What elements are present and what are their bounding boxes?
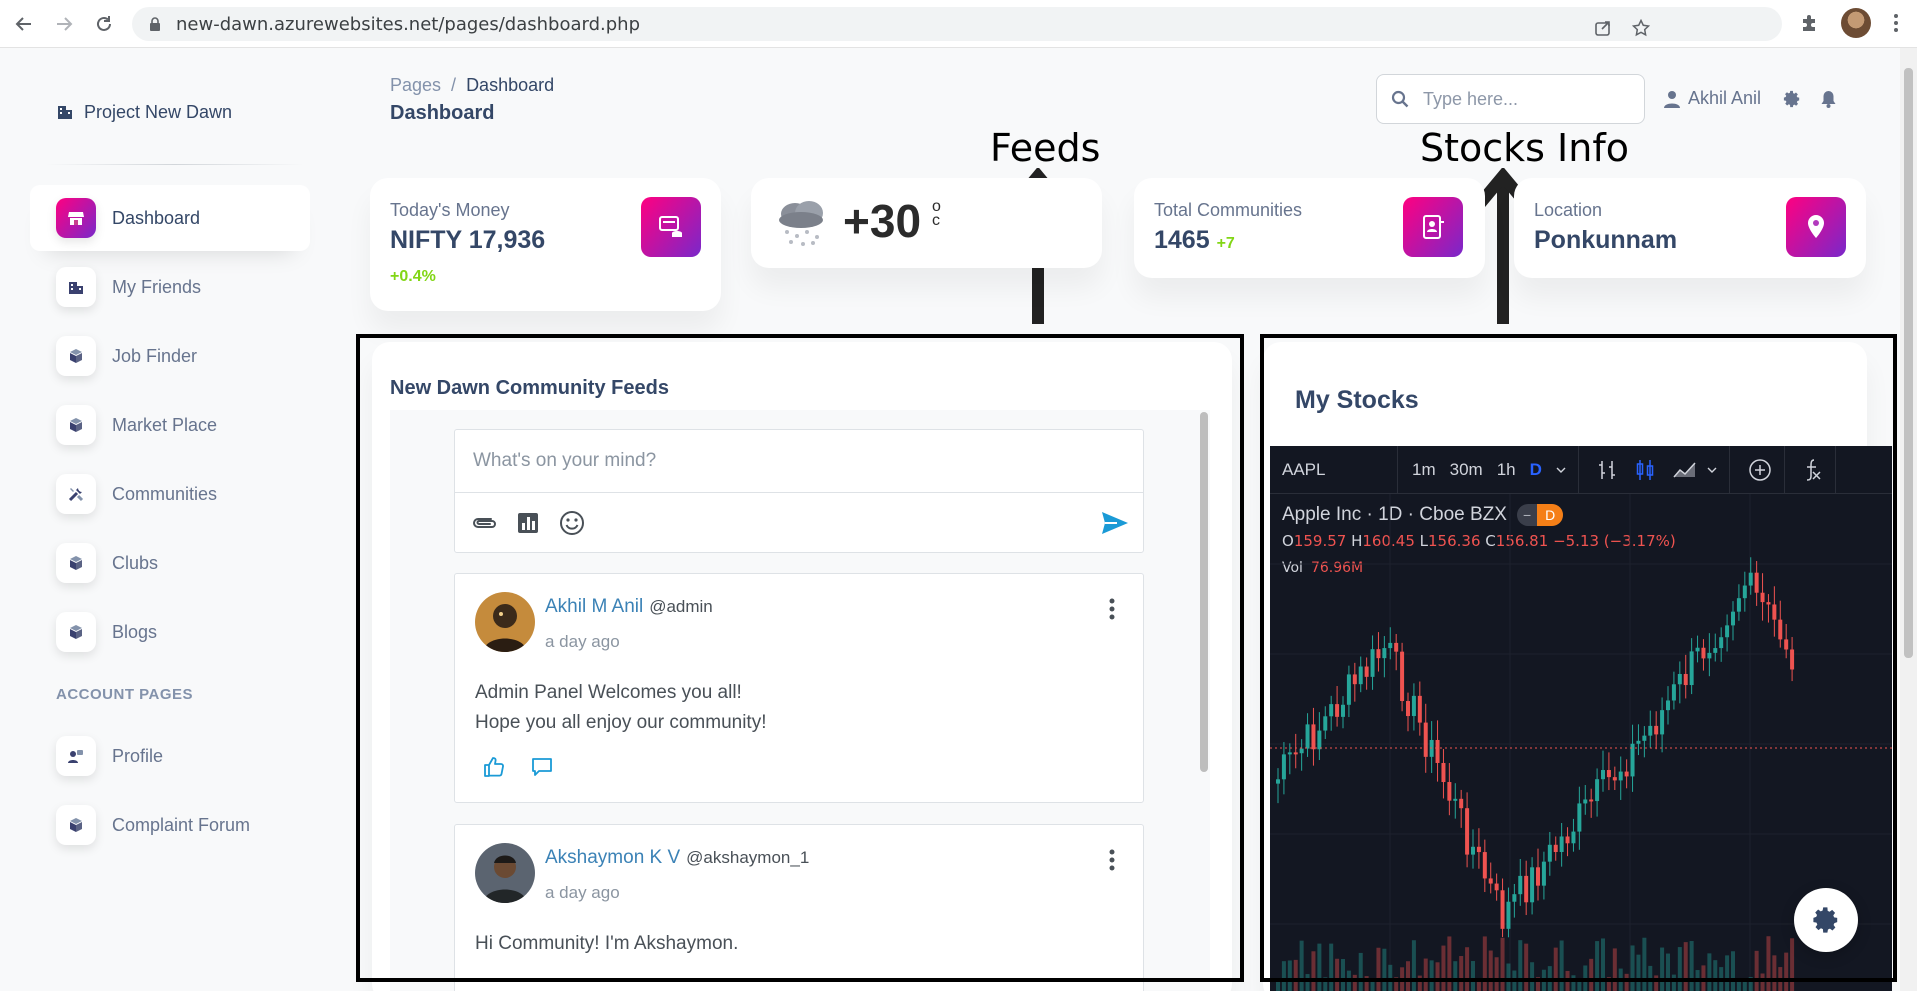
- sidebar: Project New Dawn Dashboard My Friends Jo…: [30, 60, 320, 861]
- shop-icon: [68, 212, 84, 225]
- volume-bar: [1276, 980, 1280, 991]
- extensions-icon[interactable]: [1799, 13, 1819, 33]
- brand-name: Project New Dawn: [84, 101, 233, 122]
- sidebar-item-market-place[interactable]: Market Place: [30, 392, 320, 458]
- stocks-annotation-box: [1260, 334, 1897, 982]
- sidebar-divider: [46, 164, 304, 165]
- sidebar-item-label: Blogs: [112, 621, 158, 642]
- brand[interactable]: Project New Dawn: [30, 60, 320, 164]
- stat-card-money: Today's Money NIFTY 17,936 +0.4%: [370, 178, 721, 311]
- volume-bar: [1370, 980, 1375, 991]
- stat-value-number: 1465: [1154, 226, 1210, 254]
- volume-bar: [1742, 980, 1747, 991]
- stat-value: 1465 +7: [1154, 226, 1235, 255]
- search-input[interactable]: [1423, 88, 1623, 110]
- address-bar[interactable]: new-dawn.azurewebsites.net/pages/dashboa…: [132, 7, 1782, 41]
- sidebar-item-clubs[interactable]: Clubs: [30, 530, 320, 596]
- box-3d-icon: [70, 349, 82, 363]
- cloud-snow-icon: [779, 201, 823, 246]
- bell-icon[interactable]: [1820, 90, 1837, 108]
- sidebar-item-my-friends[interactable]: My Friends: [30, 254, 320, 320]
- weather-card: +30 o c: [751, 178, 1102, 268]
- stat-label: Today's Money: [390, 200, 510, 220]
- badge-icon: [1423, 215, 1444, 239]
- url-text: new-dawn.azurewebsites.net/pages/dashboa…: [176, 13, 641, 35]
- gear-icon[interactable]: [1783, 90, 1801, 108]
- stat-delta: +0.4%: [390, 268, 436, 285]
- feeds-annotation-box: [356, 334, 1244, 982]
- breadcrumb-current: Dashboard: [466, 75, 555, 95]
- sidebar-item-label: My Friends: [112, 276, 202, 297]
- stat-label: Location: [1534, 200, 1603, 220]
- weather-temp: +30: [843, 195, 922, 247]
- stat-icon: [1786, 197, 1846, 257]
- volume-bar: [1736, 980, 1741, 991]
- sidebar-item-dashboard[interactable]: Dashboard: [30, 185, 310, 251]
- breadcrumb-root[interactable]: Pages: [390, 75, 441, 95]
- page-title: Dashboard: [390, 102, 495, 124]
- back-icon[interactable]: [4, 4, 44, 44]
- user-name: Akhil Anil: [1688, 88, 1762, 108]
- stat-value: NIFTY 17,936: [390, 226, 546, 254]
- account-pages-heading: ACCOUNT PAGES: [56, 686, 194, 703]
- page-scrollbar[interactable]: [1900, 48, 1917, 991]
- weather-unit: o c: [932, 199, 941, 229]
- search-icon: [1391, 90, 1409, 108]
- box-3d-icon: [70, 818, 82, 832]
- sidebar-item-label: Profile: [112, 745, 164, 766]
- settings-tools-icon: [68, 488, 84, 502]
- sidebar-item-profile[interactable]: Profile: [30, 723, 320, 789]
- gear-icon: [1813, 907, 1838, 933]
- bookmark-star-icon[interactable]: [1632, 19, 1650, 37]
- sidebar-item-communities[interactable]: Communities: [30, 461, 320, 527]
- browser-toolbar: new-dawn.azurewebsites.net/pages/dashboa…: [0, 0, 1917, 48]
- annotation-feeds: Feeds: [990, 126, 1101, 170]
- box-3d-icon: [70, 625, 82, 639]
- sidebar-item-label: Market Place: [112, 414, 218, 435]
- box-3d-icon: [70, 556, 82, 570]
- sidebar-item-complaint-forum[interactable]: Complaint Forum: [30, 792, 320, 858]
- share-icon[interactable]: [1594, 19, 1612, 37]
- more-vertical-icon[interactable]: [1893, 13, 1899, 33]
- stat-value: Ponkunnam: [1534, 226, 1678, 254]
- sidebar-item-label: Communities: [112, 483, 218, 504]
- configurator-button[interactable]: [1794, 888, 1858, 952]
- stat-label: Total Communities: [1154, 200, 1303, 220]
- search-box[interactable]: [1376, 74, 1645, 124]
- user-icon: [1664, 90, 1680, 108]
- office-icon: [69, 282, 83, 294]
- stat-icon: [641, 197, 701, 257]
- office-icon: [58, 106, 72, 119]
- stat-card-location: Location Ponkunnam: [1514, 178, 1866, 278]
- sidebar-item-label: Job Finder: [112, 345, 198, 366]
- stat-card-communities: Total Communities 1465 +7: [1134, 178, 1485, 278]
- annotation-stocks-info: Stocks Info: [1420, 126, 1629, 170]
- celsius-symbol: c: [932, 212, 940, 229]
- breadcrumb-separator: /: [451, 75, 457, 95]
- sidebar-item-blogs[interactable]: Blogs: [30, 599, 320, 665]
- page-scrollbar-thumb[interactable]: [1904, 68, 1913, 658]
- forward-icon[interactable]: [44, 4, 84, 44]
- sidebar-item-label: Complaint Forum: [112, 814, 251, 835]
- sidebar-item-label: Dashboard: [112, 207, 201, 228]
- stat-icon: [1403, 197, 1463, 257]
- stat-delta: +7: [1216, 235, 1235, 252]
- sidebar-item-job-finder[interactable]: Job Finder: [30, 323, 320, 389]
- lock-icon: [150, 17, 160, 31]
- money-coins-icon: [659, 216, 682, 237]
- pin-icon: [1808, 215, 1824, 238]
- reload-icon[interactable]: [84, 4, 124, 44]
- customer-support-icon: [68, 750, 83, 763]
- breadcrumb: Pages / Dashboard: [390, 75, 554, 96]
- box-3d-icon: [70, 418, 82, 432]
- user-menu[interactable]: Akhil Anil: [1664, 88, 1761, 109]
- profile-avatar[interactable]: [1841, 8, 1871, 38]
- sidebar-item-label: Clubs: [112, 552, 159, 573]
